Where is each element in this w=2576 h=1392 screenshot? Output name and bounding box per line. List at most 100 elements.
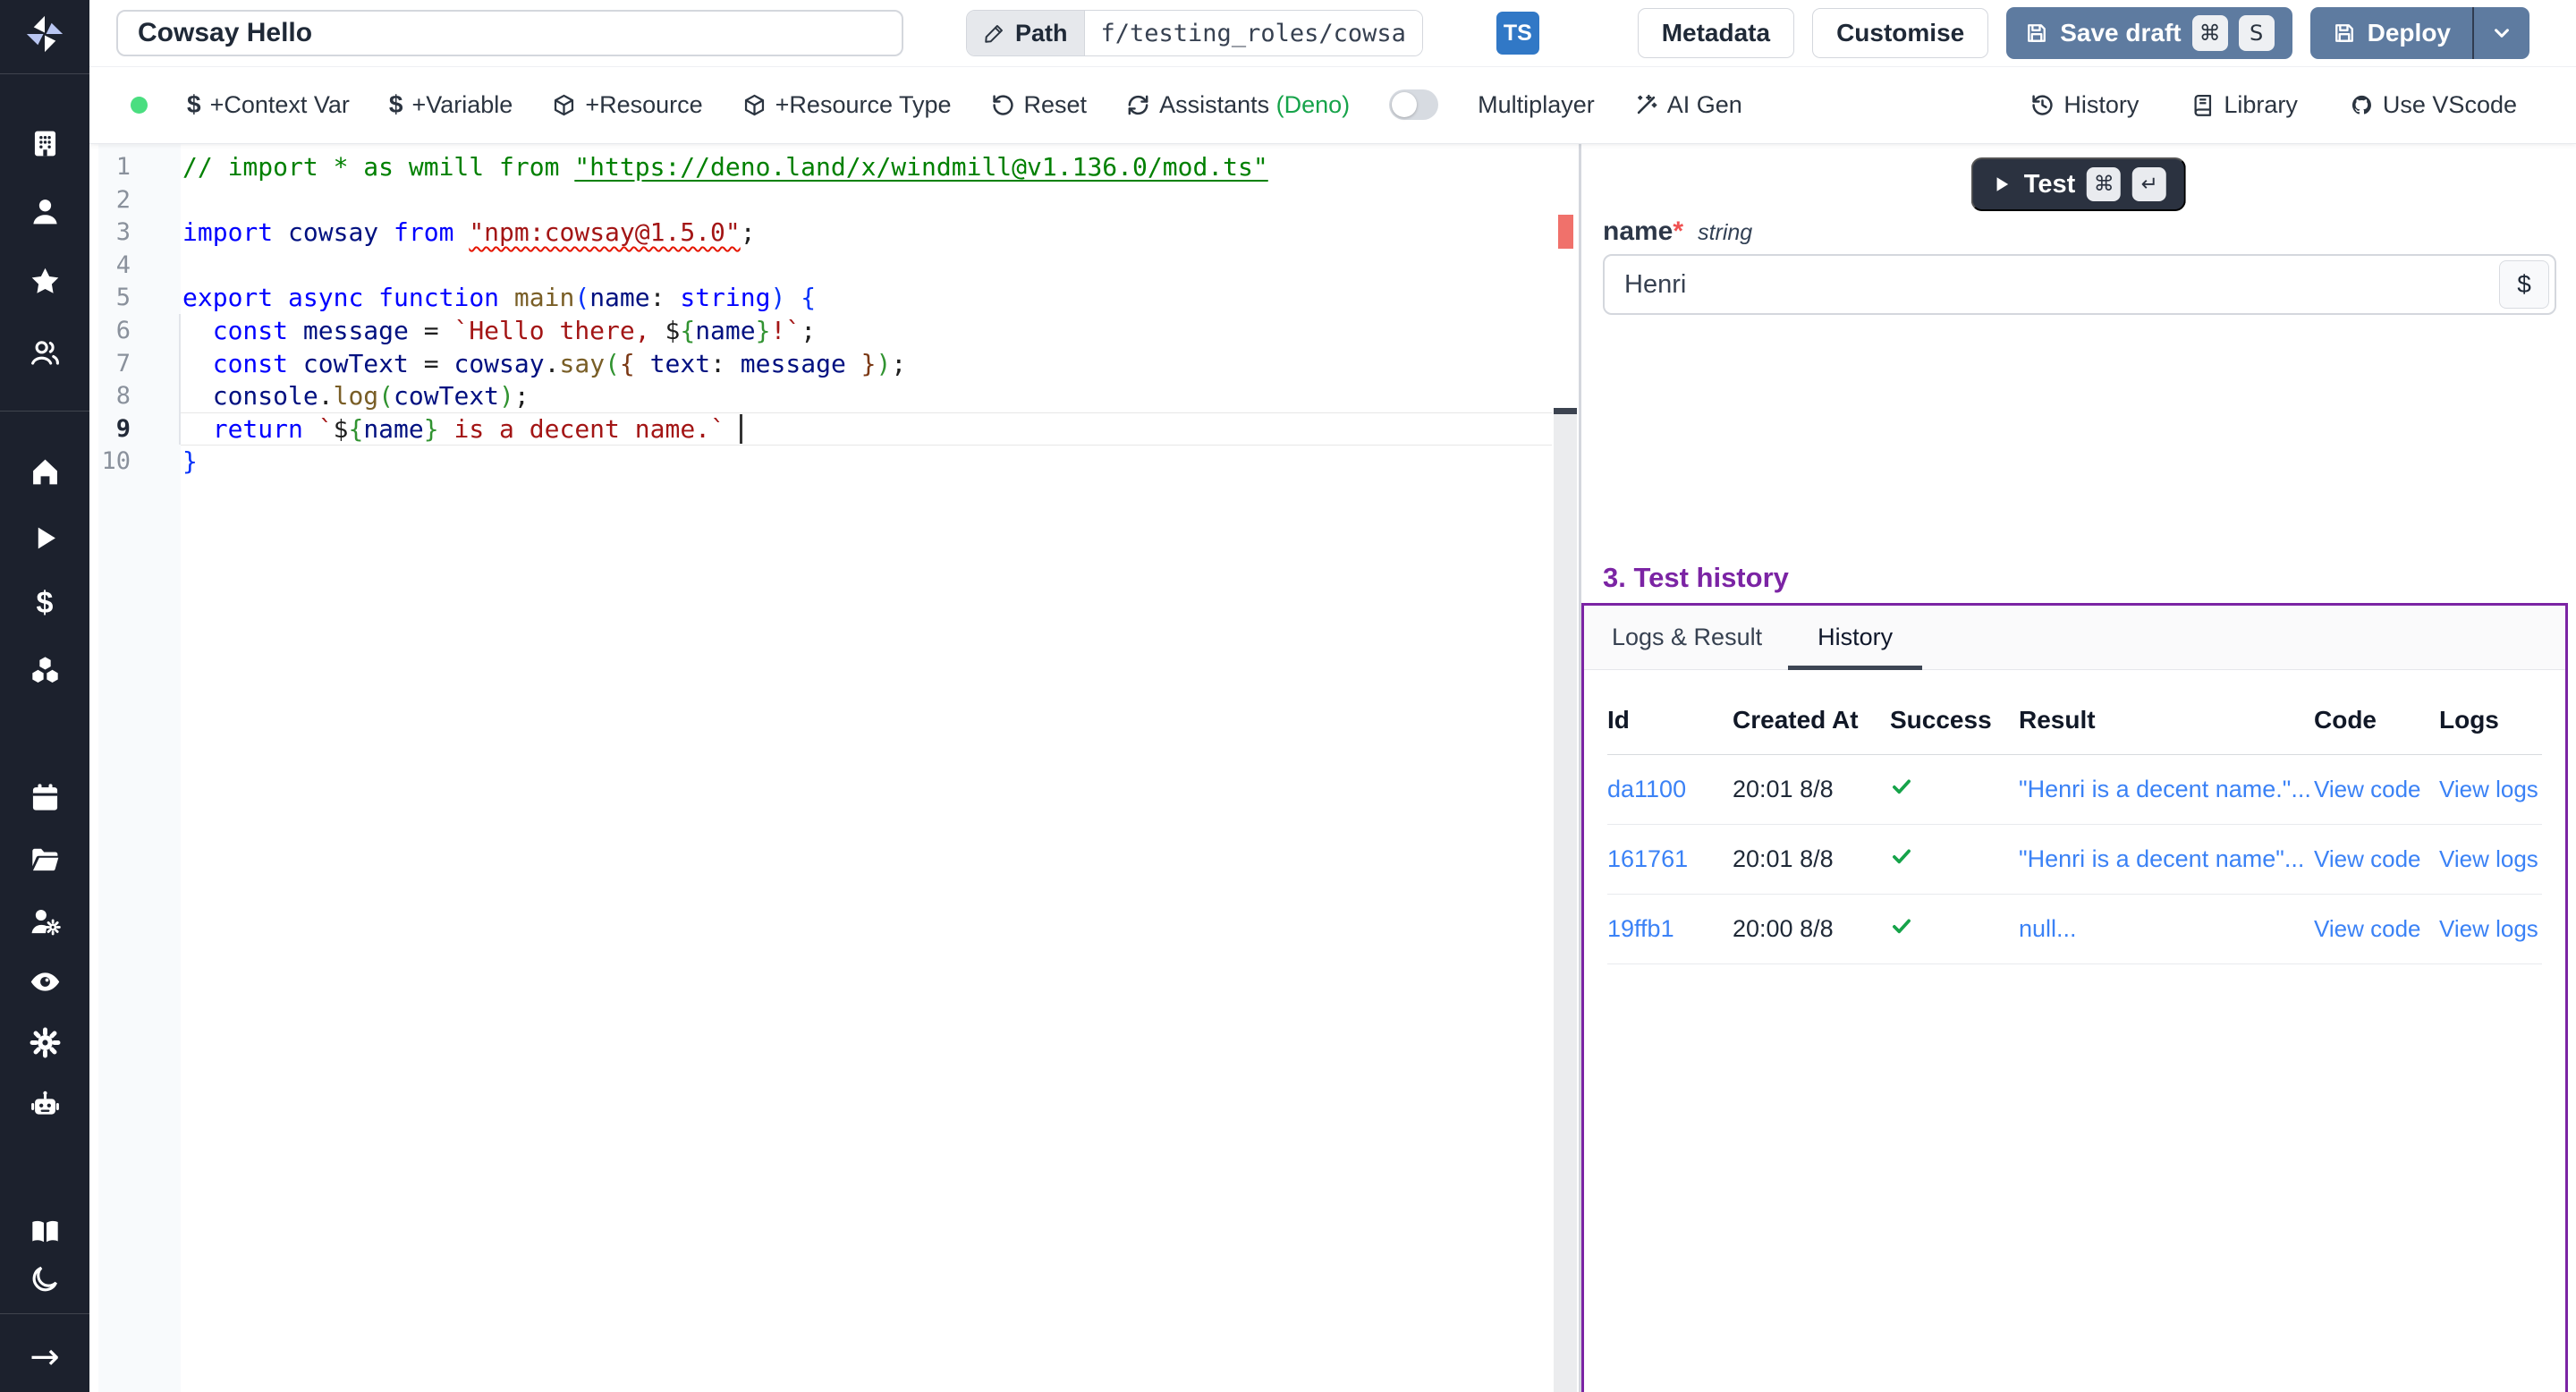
divider	[0, 1313, 89, 1314]
test-history-heading: 3. Test history	[1603, 562, 1789, 594]
sidebar-item-users-icon[interactable]	[0, 333, 89, 372]
windmill-logo-icon[interactable]	[0, 11, 89, 57]
add-resource-button[interactable]: +Resource	[552, 91, 702, 119]
ai-gen-button[interactable]: AI Gen	[1634, 91, 1742, 119]
cmd-key-badge: ⌘	[2192, 15, 2228, 51]
library-button[interactable]: Library	[2190, 91, 2298, 119]
line-number: 8	[89, 379, 131, 412]
view-logs-link[interactable]: View logs	[2439, 776, 2542, 803]
sidebar-item-moon-icon[interactable]	[0, 1259, 89, 1298]
code-line[interactable]: 7 const cowText = cowsay.say({ text: mes…	[89, 347, 1547, 380]
add-variable-button[interactable]: $ +Variable	[389, 90, 513, 119]
save-draft-button[interactable]: Save draft ⌘ S	[2006, 7, 2292, 59]
sidebar-item-play-icon[interactable]	[0, 518, 89, 557]
sidebar: $→	[0, 0, 89, 1392]
tab-history[interactable]: History	[1790, 606, 1920, 669]
sidebar-item-folder-open-icon[interactable]	[0, 839, 89, 878]
code-line[interactable]: 1// import * as wmill from "https://deno…	[89, 150, 1547, 183]
panel-splitter[interactable]	[1579, 143, 1581, 1392]
result-link[interactable]: "Henri is a decent name"...	[2019, 845, 2314, 873]
view-logs-link[interactable]: View logs	[2439, 915, 2542, 943]
sidebar-item-home-icon[interactable]	[0, 452, 89, 491]
table-row: da110020:01 8/8"Henri is a decent name."…	[1607, 755, 2542, 825]
customise-button[interactable]: Customise	[1812, 8, 1988, 58]
sidebar-item-star-icon[interactable]	[0, 261, 89, 301]
job-id-link[interactable]: 161761	[1607, 845, 1733, 873]
line-number: 1	[89, 150, 131, 183]
path-button[interactable]: Path f/testing_roles/cowsa	[966, 10, 1423, 56]
sidebar-item-users-gear-icon[interactable]	[0, 901, 89, 940]
table-header-row: IdCreated AtSuccessResultCodeLogs	[1607, 670, 2542, 755]
check-icon	[1890, 777, 1913, 803]
view-code-link[interactable]: View code	[2314, 915, 2439, 943]
table-row: 19ffb120:00 8/8null...View codeView logs	[1607, 895, 2542, 964]
history-table: IdCreated AtSuccessResultCodeLogs da1100…	[1584, 670, 2565, 964]
code-line[interactable]: 4	[89, 249, 1547, 282]
enter-key-badge: ↵	[2132, 167, 2166, 201]
sidebar-item-eye-icon[interactable]	[0, 962, 89, 1001]
job-id-link[interactable]: 19ffb1	[1607, 915, 1733, 943]
job-id-link[interactable]: da1100	[1607, 776, 1733, 803]
created-at: 20:01 8/8	[1733, 845, 1890, 873]
code-editor[interactable]: 1// import * as wmill from "https://deno…	[89, 143, 1579, 1392]
line-number: 10	[89, 445, 131, 478]
history-button[interactable]: History	[2030, 91, 2139, 119]
package-icon	[552, 93, 576, 117]
rotate-ccw-icon	[991, 93, 1015, 117]
column-header: Result	[2019, 706, 2314, 734]
dollar-icon: $	[389, 90, 403, 119]
code-line[interactable]: 10}	[89, 445, 1547, 478]
sidebar-item-user-icon[interactable]	[0, 191, 89, 231]
script-title-input[interactable]	[116, 10, 903, 56]
add-resource-type-button[interactable]: +Resource Type	[742, 91, 952, 119]
multiplayer-toggle[interactable]	[1389, 89, 1438, 120]
view-logs-link[interactable]: View logs	[2439, 845, 2542, 873]
code-line[interactable]: 9 return `${name} is a decent name.`	[89, 412, 1547, 446]
sidebar-item-arrow-right-icon[interactable]: →	[0, 1337, 89, 1377]
sidebar-item-dollar-icon[interactable]: $	[0, 583, 89, 623]
result-link[interactable]: "Henri is a decent name."...	[2019, 776, 2314, 803]
assistants-button[interactable]: Assistants (Deno)	[1126, 91, 1350, 119]
tab-label: History	[1818, 624, 1893, 651]
name-field-input[interactable]	[1603, 254, 2556, 315]
sidebar-item-gear-icon[interactable]	[0, 1023, 89, 1062]
column-header: Id	[1607, 706, 1733, 734]
pencil-icon	[983, 21, 1006, 45]
result-link[interactable]: null...	[2019, 915, 2314, 943]
variable-picker-button[interactable]: $	[2499, 260, 2549, 309]
code-line[interactable]: 6 const message = `Hello there, ${name}!…	[89, 314, 1547, 347]
multiplayer-label: Multiplayer	[1478, 91, 1595, 119]
sidebar-item-book-open-icon[interactable]	[0, 1211, 89, 1251]
tab-logs-result[interactable]: Logs & Result	[1612, 606, 1790, 669]
field-type-label: string	[1698, 220, 1752, 246]
table-row: 16176120:01 8/8 "Henri is a decent name".…	[1607, 825, 2542, 895]
editor-toolbar: $ +Context Var $ +Variable +Resource +Re…	[89, 66, 2576, 144]
required-asterisk: *	[1673, 216, 1683, 246]
code-line[interactable]: 2	[89, 183, 1547, 216]
line-number: 4	[89, 249, 131, 282]
test-label: Test	[2024, 170, 2075, 199]
reset-button[interactable]: Reset	[991, 91, 1088, 119]
deploy-dropdown-button[interactable]	[2474, 7, 2529, 59]
code-line[interactable]: 8 console.log(cowText);	[89, 379, 1547, 412]
overview-ruler[interactable]	[1554, 143, 1577, 1392]
code-line[interactable]: 5export async function main(name: string…	[89, 281, 1547, 314]
typescript-badge[interactable]: TS	[1496, 12, 1539, 55]
use-vscode-button[interactable]: Use VScode	[2350, 91, 2517, 119]
add-context-var-button[interactable]: $ +Context Var	[187, 90, 350, 119]
history-clock-icon	[2030, 93, 2055, 117]
view-code-link[interactable]: View code	[2314, 776, 2439, 803]
column-header: Code	[2314, 706, 2439, 734]
deploy-button[interactable]: Deploy	[2310, 7, 2529, 59]
sidebar-item-bot-icon[interactable]	[0, 1084, 89, 1124]
save-icon	[2024, 21, 2049, 46]
test-button[interactable]: Test ⌘ ↵	[1971, 157, 2186, 211]
column-header: Logs	[2439, 706, 2542, 734]
sidebar-item-boxes-icon[interactable]	[0, 649, 89, 689]
view-code-link[interactable]: View code	[2314, 845, 2439, 873]
metadata-button[interactable]: Metadata	[1638, 8, 1794, 58]
code-line[interactable]: 3import cowsay from "npm:cowsay@1.5.0";	[89, 216, 1547, 249]
test-history-panel: Logs & Result History IdCreated AtSuccess…	[1581, 603, 2568, 1392]
sidebar-item-calendar-icon[interactable]	[0, 777, 89, 817]
sidebar-item-building-icon[interactable]	[0, 123, 89, 163]
